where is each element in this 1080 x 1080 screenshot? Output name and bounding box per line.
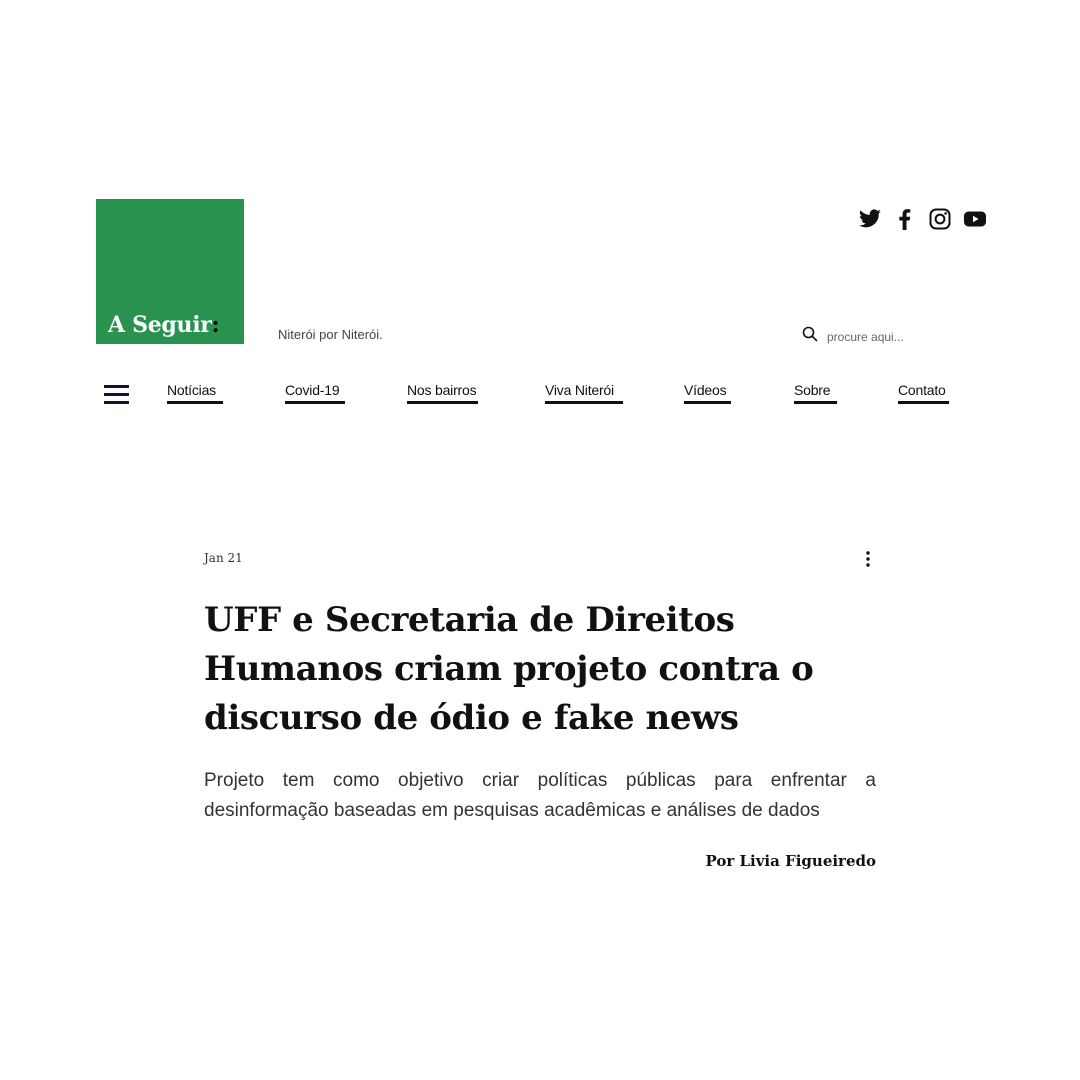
- post-date: Jan 21: [204, 551, 243, 565]
- nav-label: Notícias: [167, 382, 216, 398]
- search-bar[interactable]: [802, 326, 977, 347]
- article-byline: Por Livia Figueiredo: [705, 852, 876, 870]
- nav-label: Covid-19: [285, 382, 340, 398]
- article-title: UFF e Secretaria de Direitos Humanos cri…: [204, 600, 814, 738]
- nav-label: Nos bairros: [407, 382, 477, 398]
- nav-item-sobre[interactable]: Sobre: [794, 382, 837, 407]
- youtube-icon[interactable]: [963, 206, 987, 232]
- facebook-icon[interactable]: [893, 206, 917, 232]
- nav-item-nos-bairros[interactable]: Nos bairros: [407, 382, 478, 407]
- nav-label: Vídeos: [684, 382, 727, 398]
- article-subtitle: Projeto tem como objetivo criar política…: [204, 770, 876, 821]
- search-input[interactable]: [827, 329, 977, 344]
- nav-item-videos[interactable]: Vídeos: [684, 382, 731, 407]
- nav-label: Contato: [898, 382, 946, 398]
- nav-item-noticias[interactable]: Notícias: [167, 382, 223, 407]
- nav-item-viva-niteroi[interactable]: Viva Niterói: [545, 382, 623, 407]
- logo-text: A Seguir:: [108, 312, 220, 338]
- nav-item-covid-19[interactable]: Covid-19: [285, 382, 345, 407]
- twitter-icon[interactable]: [858, 206, 882, 232]
- site-logo[interactable]: A Seguir:: [96, 199, 244, 344]
- instagram-icon[interactable]: [928, 206, 952, 232]
- nav-item-contato[interactable]: Contato: [898, 382, 949, 407]
- main-nav: Notícias Covid-19 Nos bairros Viva Niter…: [0, 382, 1080, 408]
- site-tagline: Niterói por Niterói.: [278, 327, 383, 342]
- search-icon[interactable]: [802, 326, 818, 347]
- nav-label: Viva Niterói: [545, 382, 614, 398]
- social-links: [858, 206, 987, 232]
- more-options-icon[interactable]: [862, 550, 874, 568]
- nav-label: Sobre: [794, 382, 831, 398]
